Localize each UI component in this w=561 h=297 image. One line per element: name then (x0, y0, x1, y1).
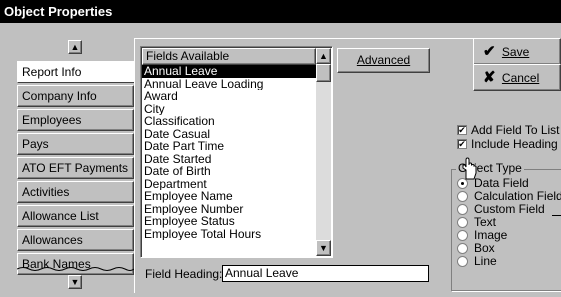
list-item[interactable]: City (142, 103, 316, 116)
list-item[interactable]: Employee Number (142, 203, 316, 216)
radio-button[interactable] (457, 243, 468, 254)
title-bar: Object Properties (0, 0, 561, 23)
tabs-scroll-up-button[interactable]: ▲ (68, 40, 82, 54)
x-icon: ✘ (483, 69, 496, 86)
radio-label: Box (474, 241, 495, 255)
checkmark-icon: ✔ (458, 125, 466, 135)
fields-scroll-thumb[interactable] (316, 64, 331, 82)
tab-activities[interactable]: Activities (17, 181, 134, 203)
fields-scroll-down-button[interactable]: ▼ (316, 240, 331, 256)
tab-allowances[interactable]: Allowances (17, 229, 134, 251)
radio-label: Custom Field (474, 202, 545, 216)
tab-company-info[interactable]: Company Info (17, 85, 134, 107)
list-item[interactable]: Employee Status (142, 215, 316, 228)
radio-label: Line (474, 254, 497, 268)
tab-report-info[interactable]: Report Info (17, 61, 134, 83)
radio-button[interactable] (457, 217, 468, 228)
cancel-button-label: Cancel (501, 71, 540, 85)
radio-label: Data Field (474, 176, 529, 190)
list-item[interactable]: Annual Leave Loading (142, 78, 316, 91)
list-item[interactable]: Date Part Time (142, 140, 316, 153)
list-item[interactable]: Department (142, 178, 316, 191)
advanced-button[interactable]: Advanced (337, 48, 430, 73)
tab-label: Company Info (22, 89, 97, 103)
checkbox[interactable]: ✔ (457, 139, 467, 149)
radio-button[interactable] (457, 204, 468, 215)
tab-pays[interactable]: Pays (17, 133, 134, 155)
checkmark-icon: ✔ (483, 43, 496, 60)
tab-employees[interactable]: Employees (17, 109, 134, 131)
list-item[interactable]: Classification (142, 115, 316, 128)
checkbox-label: Include Heading (471, 137, 558, 151)
list-item[interactable]: Award (142, 90, 316, 103)
fields-list: Annual Leave Annual Leave Loading Award Cit… (142, 65, 316, 257)
fields-list-header: Fields Available (142, 48, 316, 65)
cancel-button[interactable]: ✘ Cancel (473, 64, 561, 91)
radio-label: Text (474, 215, 497, 229)
radio-button[interactable] (457, 191, 468, 202)
checkmark-icon: ✔ (458, 139, 466, 149)
fields-header-label: Fields Available (146, 49, 230, 63)
field-heading-input[interactable]: Annual Leave (222, 265, 429, 282)
tab-label: ATO EFT Payments (22, 161, 129, 175)
list-item[interactable]: Employee Total Hours (142, 228, 316, 241)
list-item[interactable]: Annual Leave (142, 65, 316, 78)
tab-allowance-list[interactable]: Allowance List (17, 205, 134, 227)
advanced-button-label: Advanced (356, 53, 411, 67)
fields-scroll-up-button[interactable]: ▲ (316, 48, 331, 64)
tab-label: Report Info (22, 65, 82, 79)
list-item[interactable]: Employee Name (142, 190, 316, 203)
arrow-down-icon: ▼ (319, 243, 328, 253)
checkbox-label: Add Field To List (471, 123, 560, 137)
fields-listbox[interactable]: Fields Available Annual Leave Annual Leav… (140, 46, 333, 258)
arrow-up-icon: ▲ (319, 51, 328, 61)
tab-strip-edge (17, 267, 134, 271)
tab-label: Allowance List (22, 209, 99, 223)
tab-label: Activities (22, 185, 70, 199)
tab-label: Allowances (22, 233, 83, 247)
checkbox[interactable]: ✔ (457, 125, 467, 135)
radio-button[interactable] (457, 230, 468, 241)
arrow-up-icon: ▲ (70, 42, 80, 52)
mouse-cursor-icon (462, 157, 477, 180)
field-heading-label: Field Heading: (145, 267, 223, 281)
list-item[interactable]: Date Started (142, 153, 316, 166)
arrow-down-icon: ▼ (70, 277, 80, 287)
save-button[interactable]: ✔ Save (473, 38, 561, 65)
save-button-label: Save (501, 45, 530, 59)
radio-label: Image (474, 228, 508, 242)
window-title: Object Properties (4, 4, 113, 19)
list-item[interactable]: Date of Birth (142, 165, 316, 178)
tab-label: Employees (22, 113, 82, 127)
tabs-scroll-down-button[interactable]: ▼ (68, 275, 82, 289)
tab-label: Pays (22, 137, 49, 151)
separator (552, 215, 561, 216)
radio-button[interactable] (457, 256, 468, 267)
tab-ato-eft-payments[interactable]: ATO EFT Payments (17, 157, 134, 179)
list-item[interactable]: Date Casual (142, 128, 316, 141)
radio-label: Calculation Field (474, 189, 561, 203)
